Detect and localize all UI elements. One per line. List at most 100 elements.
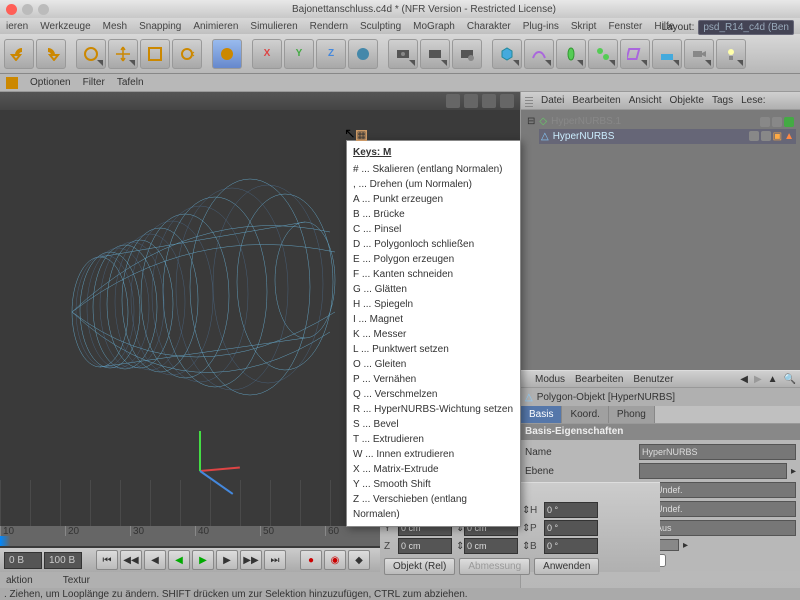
apply-button[interactable]: Anwenden xyxy=(534,558,599,575)
popup-item[interactable]: Z ... Verschieben (entlang Normalen) xyxy=(353,492,514,522)
primitive-cube[interactable] xyxy=(492,39,522,69)
popup-item[interactable]: E ... Polygon erzeugen xyxy=(353,252,514,267)
render-button[interactable] xyxy=(388,39,418,69)
world-axis[interactable] xyxy=(348,39,378,69)
menu-item[interactable]: Plug-ins xyxy=(523,21,559,32)
popup-item[interactable]: S ... Bevel xyxy=(353,417,514,432)
vis-icon[interactable] xyxy=(772,117,782,127)
goto-start-button[interactable]: ⏮ xyxy=(96,550,118,570)
color-activate-select[interactable]: Aus xyxy=(653,520,796,536)
nav-up-icon[interactable]: ▲ xyxy=(768,374,778,385)
enable-icon[interactable] xyxy=(784,117,794,127)
search-icon[interactable]: 🔍 xyxy=(784,374,796,385)
popup-item[interactable]: , ... Drehen (um Normalen) xyxy=(353,177,514,192)
popup-item[interactable]: H ... Spiegeln xyxy=(353,297,514,312)
selection-mode[interactable] xyxy=(212,39,242,69)
editor-vis-select[interactable]: Undef. xyxy=(653,482,796,498)
keyframe-button[interactable]: ◆ xyxy=(348,550,370,570)
move-tool[interactable] xyxy=(108,39,138,69)
rotate-tool[interactable] xyxy=(172,39,202,69)
tab-basis[interactable]: Basis xyxy=(521,406,562,423)
obj-menu[interactable]: Objekte xyxy=(670,95,704,106)
vis-icon[interactable] xyxy=(760,117,770,127)
dimension-select[interactable]: Abmessung xyxy=(459,558,530,575)
nav-fwd-icon[interactable]: ▶ xyxy=(754,374,762,385)
nurbs-tool[interactable] xyxy=(556,39,586,69)
deformer-tool[interactable] xyxy=(620,39,650,69)
play-back-button[interactable]: ◀ xyxy=(168,550,190,570)
pos-z[interactable] xyxy=(398,538,452,554)
coord-mode-select[interactable]: Objekt (Rel) xyxy=(384,558,455,575)
undo-button[interactable] xyxy=(4,39,34,69)
environment-tool[interactable] xyxy=(652,39,682,69)
menu-item[interactable]: ieren xyxy=(6,21,28,32)
modeling-tool[interactable] xyxy=(588,39,618,69)
close-icon[interactable] xyxy=(6,4,17,15)
vp-zoom-icon[interactable] xyxy=(464,94,478,108)
vp-layout-icon[interactable] xyxy=(500,94,514,108)
camera-tool[interactable] xyxy=(684,39,714,69)
obj-menu[interactable]: Lese: xyxy=(741,95,765,106)
vp-rotate-icon[interactable] xyxy=(482,94,496,108)
popup-item[interactable]: O ... Gleiten xyxy=(353,357,514,372)
popup-item[interactable]: B ... Brücke xyxy=(353,207,514,222)
prev-key-button[interactable]: ◀◀ xyxy=(120,550,142,570)
attr-menu[interactable]: Modus xyxy=(535,374,565,385)
vis-icon[interactable] xyxy=(761,131,771,141)
obj-menu[interactable]: Ansicht xyxy=(629,95,662,106)
obj-menu[interactable]: Datei xyxy=(541,95,564,106)
object-tree[interactable]: ⊟ ◇ HyperNURBS.1 △ HyperNURBS ▣▲ xyxy=(521,110,800,370)
tab[interactable]: Textur xyxy=(63,575,90,586)
light-tool[interactable] xyxy=(716,39,746,69)
name-field[interactable] xyxy=(639,444,796,460)
zoom-icon[interactable] xyxy=(38,4,49,15)
redo-button[interactable] xyxy=(36,39,66,69)
autokey-button[interactable]: ◉ xyxy=(324,550,346,570)
menu-item[interactable]: Rendern xyxy=(310,21,348,32)
popup-item[interactable]: R ... HyperNURBS-Wichtung setzen xyxy=(353,402,514,417)
y-axis-lock[interactable]: Y xyxy=(284,39,314,69)
popup-item[interactable]: I ... Magnet xyxy=(353,312,514,327)
render-settings[interactable] xyxy=(452,39,482,69)
attr-menu[interactable]: Bearbeiten xyxy=(575,374,623,385)
menu-item[interactable]: Charakter xyxy=(467,21,511,32)
menu-item[interactable]: Mesh xyxy=(103,21,127,32)
sub-menu[interactable]: Filter xyxy=(83,77,105,88)
popup-item[interactable]: C ... Pinsel xyxy=(353,222,514,237)
tag-icon[interactable]: ▲ xyxy=(784,131,794,142)
popup-item[interactable]: # ... Skalieren (entlang Normalen) xyxy=(353,162,514,177)
tab-phong[interactable]: Phong xyxy=(609,406,655,423)
popup-item[interactable]: A ... Punkt erzeugen xyxy=(353,192,514,207)
select-tool[interactable] xyxy=(76,39,106,69)
menu-item[interactable]: Animieren xyxy=(193,21,238,32)
menu-item[interactable]: Skript xyxy=(571,21,597,32)
menu-item[interactable]: Sculpting xyxy=(360,21,401,32)
popup-item[interactable]: W ... Innen extrudieren xyxy=(353,447,514,462)
popup-item[interactable]: T ... Extrudieren xyxy=(353,432,514,447)
menu-item[interactable]: Werkzeuge xyxy=(40,21,90,32)
tree-item[interactable]: △ HyperNURBS ▣▲ xyxy=(539,129,796,144)
popup-item[interactable]: Q ... Verschmelzen xyxy=(353,387,514,402)
frame-start[interactable] xyxy=(4,552,42,569)
play-button[interactable]: ▶ xyxy=(192,550,214,570)
tree-label[interactable]: HyperNURBS.1 xyxy=(551,116,621,127)
menu-icon[interactable] xyxy=(6,77,18,89)
popup-item[interactable]: D ... Polygonloch schließen xyxy=(353,237,514,252)
layer-field[interactable] xyxy=(639,463,787,479)
nav-back-icon[interactable]: ◀ xyxy=(740,374,748,385)
record-button[interactable]: ● xyxy=(300,550,322,570)
menu-item[interactable]: MoGraph xyxy=(413,21,455,32)
popup-item[interactable]: X ... Matrix-Extrude xyxy=(353,462,514,477)
next-key-button[interactable]: ▶▶ xyxy=(240,550,262,570)
frame-end[interactable] xyxy=(44,552,82,569)
tab[interactable]: aktion xyxy=(6,575,33,586)
goto-end-button[interactable]: ⏭ xyxy=(264,550,286,570)
popup-item[interactable]: K ... Messer xyxy=(353,327,514,342)
tree-label[interactable]: HyperNURBS xyxy=(553,131,615,142)
size-z[interactable] xyxy=(464,538,518,554)
popup-item[interactable]: P ... Vernähen xyxy=(353,372,514,387)
phong-tag-icon[interactable]: ▣ xyxy=(773,131,782,142)
obj-menu[interactable]: Bearbeiten xyxy=(572,95,620,106)
rot-h[interactable] xyxy=(544,502,598,518)
z-axis-lock[interactable]: Z xyxy=(316,39,346,69)
